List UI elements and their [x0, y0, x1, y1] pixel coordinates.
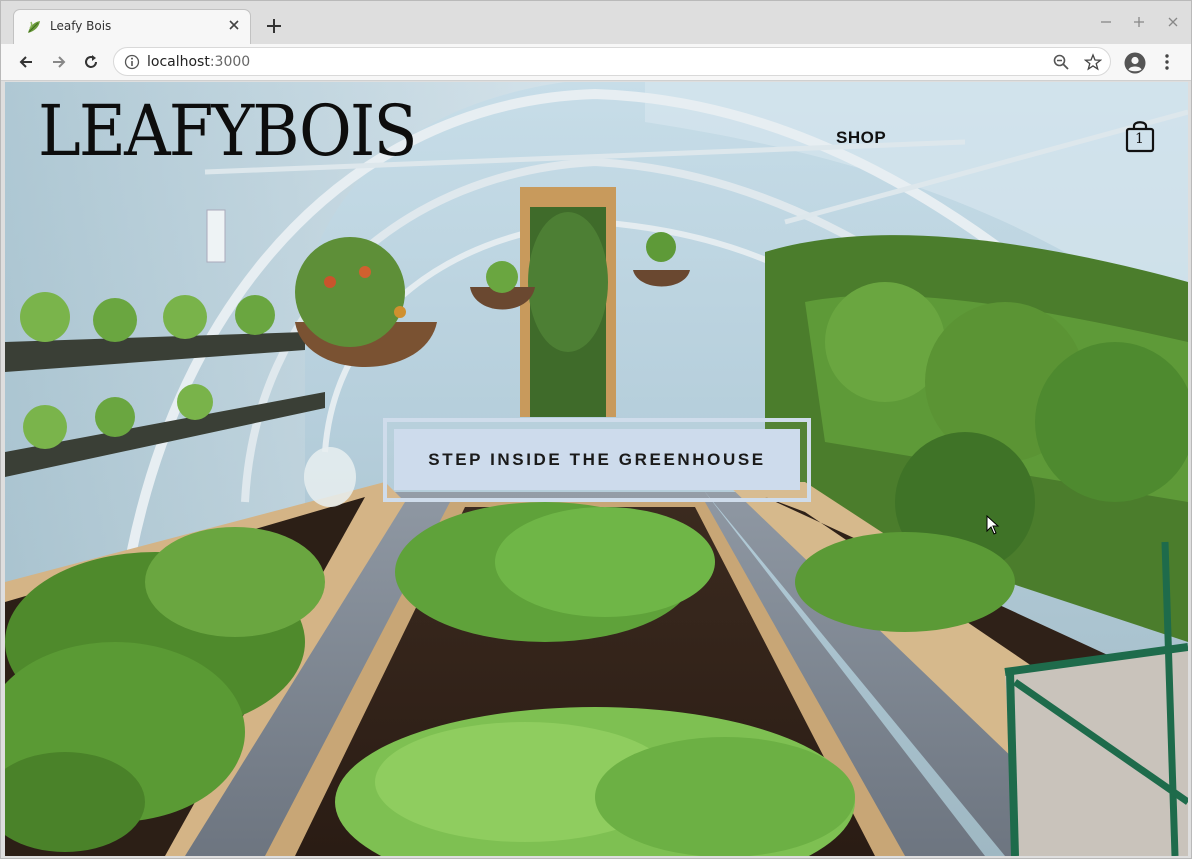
tab-title: Leafy Bois	[50, 19, 112, 33]
plus-icon[interactable]	[265, 17, 283, 35]
address-bar[interactable]: localhost:3000	[113, 47, 1111, 76]
info-icon[interactable]	[124, 54, 140, 70]
url-port: :3000	[209, 54, 251, 70]
site-logo[interactable]: LEAFYBOIS	[38, 96, 418, 166]
step-inside-button[interactable]: STEP INSIDE THE GREENHOUSE	[394, 429, 800, 490]
mouse-pointer-icon	[986, 515, 1000, 535]
reload-icon[interactable]	[82, 53, 100, 71]
maximize-icon[interactable]	[1132, 15, 1146, 29]
browser-tab[interactable]: Leafy Bois	[13, 9, 251, 44]
close-icon[interactable]	[226, 17, 242, 33]
forward-arrow-icon[interactable]	[50, 53, 68, 71]
profile-icon[interactable]	[1124, 52, 1146, 74]
page-viewport: LEAFYBOIS SHOP 1 STEP INSIDE THE GREENHO…	[5, 82, 1188, 856]
kebab-menu-icon[interactable]	[1160, 53, 1174, 71]
star-icon[interactable]	[1084, 53, 1102, 71]
window-close-icon[interactable]	[1166, 15, 1180, 29]
tab-strip: Leafy Bois	[1, 1, 1191, 44]
leaf-favicon-icon	[28, 21, 40, 33]
url-host: localhost	[147, 54, 210, 70]
browser-window: Leafy Bois localhost:3000 LEAFYBOIS SHOP…	[0, 0, 1192, 859]
cart-count-badge: 1	[1135, 131, 1144, 147]
zoom-out-icon[interactable]	[1052, 53, 1070, 71]
url-text: localhost:3000	[147, 54, 250, 70]
back-arrow-icon[interactable]	[17, 53, 35, 71]
minimize-icon[interactable]	[1099, 15, 1113, 29]
nav-link-shop[interactable]: SHOP	[836, 128, 886, 148]
browser-toolbar: localhost:3000	[1, 44, 1191, 81]
